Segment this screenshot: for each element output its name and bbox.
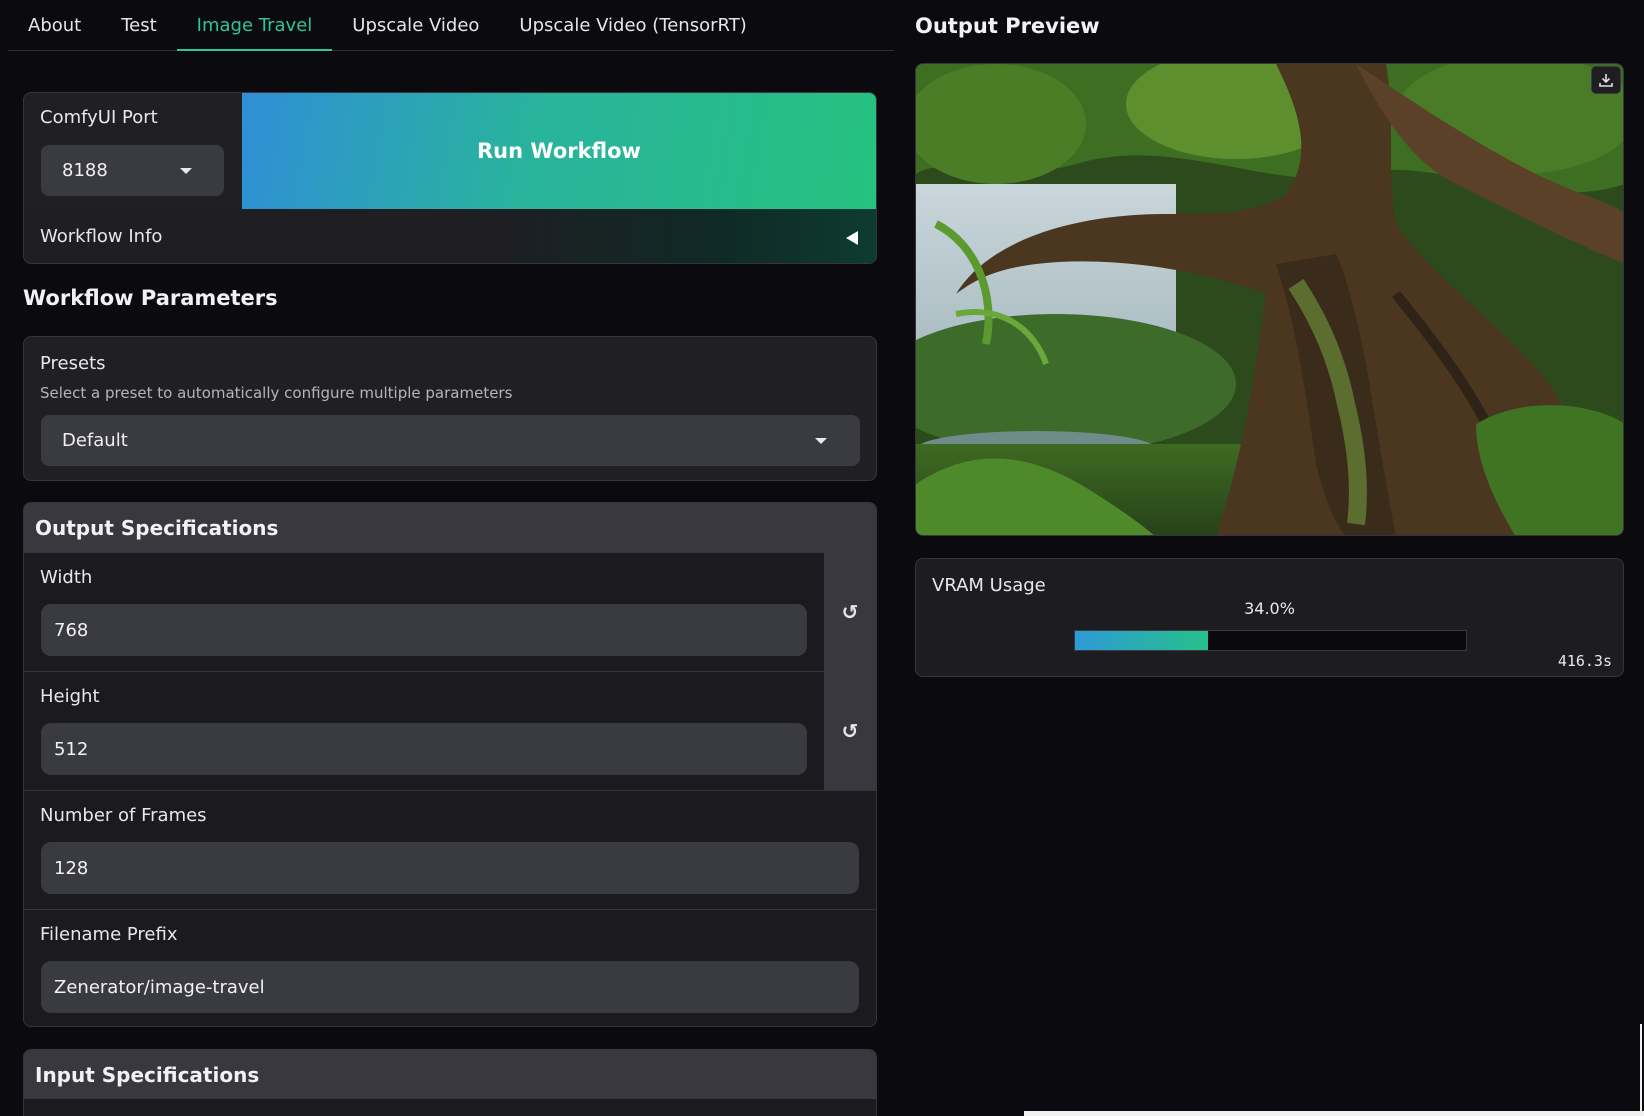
horizontal-scrollbar[interactable] — [1024, 1111, 1644, 1116]
width-reset-icon[interactable]: ↺ — [824, 552, 876, 671]
frames-label: Number of Frames — [40, 805, 207, 826]
prefix-row: Filename Prefix Zenerator/image-travel — [24, 909, 876, 1026]
collapse-arrow-icon — [846, 231, 858, 245]
tab-image-travel[interactable]: Image Travel — [176, 0, 333, 51]
output-preview-title: Output Preview — [915, 14, 1100, 38]
presets-dropdown[interactable]: Default — [41, 415, 860, 466]
jungle-tree-image — [916, 64, 1623, 535]
workflow-info-label: Workflow Info — [40, 225, 163, 247]
height-row: Height 512 — [24, 671, 824, 790]
output-specifications-header[interactable]: Output Specifications — [24, 503, 876, 552]
port-dropdown[interactable]: 8188 — [41, 145, 224, 196]
vram-progress-bar — [1074, 630, 1467, 651]
width-label: Width — [40, 567, 93, 588]
chevron-down-icon — [180, 168, 192, 174]
tab-bar: About Test Image Travel Upscale Video Up… — [8, 0, 894, 51]
frames-row: Number of Frames 128 — [24, 790, 876, 909]
frames-input[interactable]: 128 — [41, 842, 859, 894]
presets-value: Default — [62, 430, 128, 451]
run-workflow-button[interactable]: Run Workflow — [242, 93, 876, 209]
vram-percent: 34.0% — [1244, 599, 1295, 618]
input-specifications-header[interactable]: Input Specifications — [24, 1050, 876, 1099]
workflow-parameters-title: Workflow Parameters — [23, 286, 278, 310]
chevron-down-icon — [815, 438, 827, 444]
workflow-info-toggle[interactable]: Workflow Info — [24, 209, 876, 263]
prefix-input[interactable]: Zenerator/image-travel — [41, 961, 859, 1013]
height-reset-icon[interactable]: ↺ — [824, 671, 876, 790]
vram-progress-fill — [1075, 631, 1208, 650]
output-preview-image — [915, 63, 1624, 536]
height-label: Height — [40, 686, 100, 707]
vertical-scrollbar[interactable] — [1640, 1024, 1642, 1116]
presets-description: Select a preset to automatically configu… — [40, 384, 513, 402]
input-specifications-accordion: Input Specifications — [23, 1049, 877, 1116]
download-icon — [1599, 74, 1613, 87]
port-panel: ComfyUI Port 8188 — [24, 93, 242, 209]
run-panel: ComfyUI Port 8188 Run Workflow Workflow … — [23, 92, 877, 264]
elapsed-time: 416.3s — [1557, 652, 1612, 670]
width-row: Width 768 — [24, 552, 824, 671]
port-value: 8188 — [62, 160, 108, 181]
output-specifications-accordion: Output Specifications Width 768 ↺ Height… — [23, 502, 877, 1027]
width-input[interactable]: 768 — [41, 604, 807, 656]
port-label: ComfyUI Port — [40, 107, 158, 128]
tab-test[interactable]: Test — [101, 0, 176, 50]
tab-upscale-video-tensorrt[interactable]: Upscale Video (TensorRT) — [499, 0, 766, 50]
tab-about[interactable]: About — [8, 0, 101, 50]
presets-label: Presets — [40, 353, 106, 374]
presets-block: Presets Select a preset to automatically… — [23, 336, 877, 481]
download-button[interactable] — [1591, 66, 1621, 94]
prefix-label: Filename Prefix — [40, 924, 178, 945]
input-specifications-body — [24, 1099, 876, 1116]
height-input[interactable]: 512 — [41, 723, 807, 775]
vram-label: VRAM Usage — [932, 575, 1046, 596]
tab-upscale-video[interactable]: Upscale Video — [332, 0, 499, 50]
vram-usage-panel: VRAM Usage 34.0% 416.3s — [915, 558, 1624, 677]
